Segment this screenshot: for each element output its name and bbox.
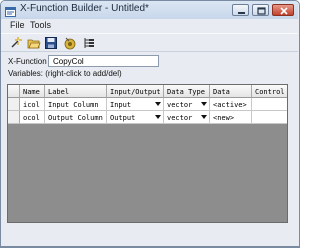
close-icon	[280, 7, 288, 15]
dropdown-arrow-icon[interactable]	[155, 115, 161, 119]
dropdown-arrow-icon[interactable]	[201, 102, 207, 106]
cell-name[interactable]: icol	[20, 98, 45, 111]
minimize-button[interactable]	[232, 4, 249, 16]
grid-corner[interactable]	[8, 85, 20, 98]
cell-label[interactable]: Output Column	[45, 111, 107, 124]
menu-tools[interactable]: Tools	[30, 20, 51, 30]
column-header-data[interactable]: Data	[210, 85, 252, 98]
dropdown-arrow-icon[interactable]	[155, 102, 161, 106]
cell-control[interactable]	[252, 111, 287, 124]
variables-label: Variables: (right-click to add/del)	[8, 69, 122, 78]
open-folder-icon[interactable]	[27, 36, 41, 50]
cell-data-type-value: vector	[167, 101, 193, 109]
dropdown-arrow-icon[interactable]	[201, 115, 207, 119]
close-button[interactable]	[272, 4, 294, 16]
cell-label[interactable]: Input Column	[45, 98, 107, 111]
column-header-control[interactable]: Control	[252, 85, 287, 98]
cell-data-type[interactable]: vector	[164, 111, 210, 124]
column-header-input-output[interactable]: Input/Output	[107, 85, 164, 98]
cell-data-type-value: vector	[167, 114, 193, 122]
cell-input-output[interactable]: Output	[107, 111, 164, 124]
cell-data[interactable]: <active>	[210, 98, 252, 111]
new-icon[interactable]	[9, 36, 23, 50]
variables-grid[interactable]: Name Label Input/Output Data Type Data C…	[7, 84, 288, 223]
row-header[interactable]	[8, 111, 20, 124]
column-header-name[interactable]: Name	[20, 85, 45, 98]
cell-input-output-value: Input	[110, 101, 132, 109]
cell-data-type[interactable]: vector	[164, 98, 210, 111]
xfunction-name-label: X-Function	[8, 57, 47, 66]
maximize-button[interactable]	[252, 4, 269, 16]
cell-input-output[interactable]: Input	[107, 98, 164, 111]
menu-file[interactable]: File	[10, 20, 25, 30]
minimize-icon	[238, 12, 245, 14]
xfunction-name-input[interactable]: CopyCol	[48, 55, 159, 67]
column-header-label[interactable]: Label	[45, 85, 107, 98]
column-header-data-type[interactable]: Data Type	[164, 85, 210, 98]
cell-name[interactable]: ocol	[20, 111, 45, 124]
row-header[interactable]	[8, 98, 20, 111]
save-icon[interactable]	[44, 36, 58, 50]
window-title: X-Function Builder - Untitled*	[20, 3, 149, 14]
compile-icon[interactable]	[63, 36, 77, 50]
cell-input-output-value: Output	[110, 114, 136, 122]
maximize-icon	[257, 7, 266, 15]
tree-view-icon[interactable]	[82, 36, 96, 50]
cell-data[interactable]: <new>	[210, 111, 252, 124]
cell-control[interactable]	[252, 98, 287, 111]
app-icon	[5, 4, 16, 17]
